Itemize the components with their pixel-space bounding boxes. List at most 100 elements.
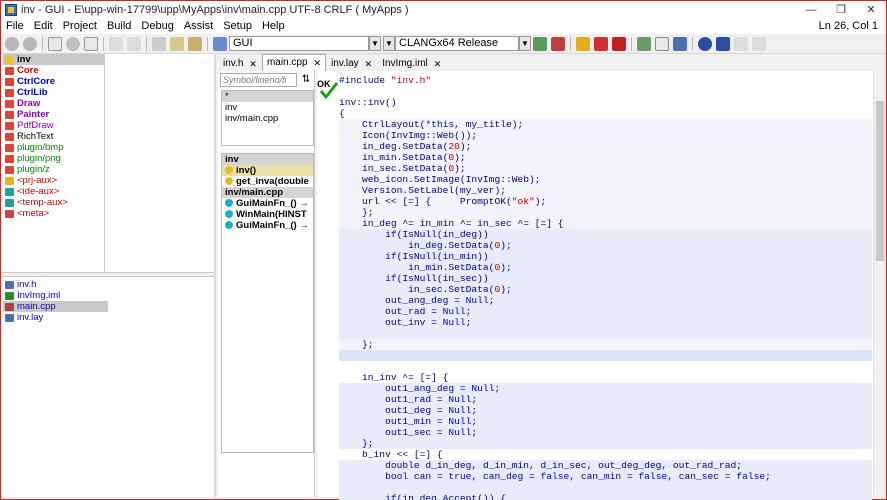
code-line[interactable]: out1_rad = Null; xyxy=(339,394,872,405)
package-list[interactable]: inv Core CtrlCore CtrlLib Draw Painter PdfDraw… xyxy=(3,54,105,272)
file-item[interactable]: main.cpp xyxy=(3,301,108,312)
symbol-item[interactable]: get_inva(double xyxy=(222,176,313,187)
panel-splitter[interactable] xyxy=(1,272,216,277)
tab-inv-h[interactable]: inv.h ✕ xyxy=(218,56,262,71)
file-item[interactable]: InvImg.iml xyxy=(3,290,108,301)
menu-project[interactable]: Project xyxy=(58,20,102,32)
code-line[interactable]: out_rad = Null; xyxy=(339,306,872,317)
package-item[interactable]: plugin/z xyxy=(3,164,104,175)
minimize-button[interactable]: — xyxy=(796,4,826,16)
symbol-list[interactable]: inv inv() get_inva(double inv/main.cpp GuiM… xyxy=(221,153,314,453)
code-line[interactable]: in_min.SetData(0); xyxy=(339,152,872,163)
file-item[interactable]: inv.lay xyxy=(3,312,108,323)
package-item[interactable]: Draw xyxy=(3,98,104,109)
code-line[interactable]: in_sec.SetData(0); xyxy=(339,284,872,295)
code-line[interactable] xyxy=(339,361,872,372)
code-line[interactable]: if(IsNull(in_min)) xyxy=(339,251,872,262)
code-line[interactable]: out_ang_deg = Null; xyxy=(339,295,872,306)
package-item[interactable]: plugin/png xyxy=(3,153,104,164)
close-button[interactable]: ✕ xyxy=(856,3,886,16)
window-icon[interactable] xyxy=(655,36,669,51)
navigator-search-input[interactable]: Symbol/lineno/fi xyxy=(220,73,297,87)
vertical-splitter[interactable] xyxy=(214,54,216,497)
close-tab-icon[interactable]: ✕ xyxy=(249,57,257,71)
package-item[interactable]: CtrlLib xyxy=(3,87,104,98)
code-editor[interactable]: #include "inv.h" inv::inv(){ CtrlLayout(… xyxy=(317,71,886,500)
code-line[interactable]: out1_sec = Null; xyxy=(339,427,872,438)
symbol-item[interactable]: GuiMainFn_() → xyxy=(222,220,313,231)
tab-invimg-iml[interactable]: InvImg.iml ✕ xyxy=(377,56,446,71)
undo-icon[interactable] xyxy=(109,36,123,51)
package-item[interactable]: PdfDraw xyxy=(3,120,104,131)
help-topics-icon[interactable] xyxy=(716,36,730,51)
symbol-item[interactable]: GuiMainFn_() → xyxy=(222,198,313,209)
code-line[interactable]: { xyxy=(339,108,872,119)
code-line[interactable]: in_sec.SetData(0); xyxy=(339,163,872,174)
package-item[interactable]: plugin/bmp xyxy=(3,142,104,153)
file-list[interactable]: inv.h InvImg.iml main.cpp inv.lay xyxy=(3,279,108,323)
package-item[interactable]: CtrlCore xyxy=(3,76,104,87)
lightning-red-icon[interactable] xyxy=(594,36,608,51)
package-item[interactable]: RichText xyxy=(3,131,104,142)
forward-icon[interactable] xyxy=(23,36,37,51)
code-line[interactable]: in_deg ^= in_min ^= in_sec ^= [=] { xyxy=(339,218,872,229)
main-config-select[interactable]: GUI xyxy=(229,36,369,51)
package-item[interactable]: <ide-aux> xyxy=(3,186,104,197)
code-line[interactable] xyxy=(339,482,872,493)
stop-icon[interactable] xyxy=(612,36,626,51)
scrollbar-thumb[interactable] xyxy=(876,101,884,261)
package-item[interactable]: Core xyxy=(3,65,104,76)
sort-icon[interactable]: ⇅ xyxy=(300,73,312,87)
package-item[interactable]: Painter xyxy=(3,109,104,120)
tab-main-cpp[interactable]: main.cpp ✕ xyxy=(261,54,327,71)
debug-icon[interactable] xyxy=(673,36,687,51)
tab-inv-lay[interactable]: inv.lay ✕ xyxy=(326,56,377,71)
code-line[interactable]: Version.SetLabel(my_ver); xyxy=(339,185,872,196)
code-line[interactable]: if(IsNull(in_sec)) xyxy=(339,273,872,284)
code-line[interactable]: }; xyxy=(339,207,872,218)
symbol-item[interactable]: inv() xyxy=(222,165,313,176)
code-line[interactable]: in_min.SetData(0); xyxy=(339,262,872,273)
scope-item[interactable]: inv xyxy=(222,102,313,113)
code-line[interactable]: #include "inv.h" xyxy=(339,75,872,86)
code-line[interactable]: web_icon.SetImage(InvImg::Web); xyxy=(339,174,872,185)
lightning-icon[interactable] xyxy=(576,36,590,51)
cut-icon[interactable] xyxy=(152,36,166,51)
menu-build[interactable]: Build xyxy=(102,20,136,32)
close-tab-icon[interactable]: ✕ xyxy=(365,57,373,71)
main-package-icon[interactable] xyxy=(213,36,227,51)
package-item[interactable]: <temp-aux> xyxy=(3,197,104,208)
text-mode-icon[interactable] xyxy=(48,36,62,51)
code-line[interactable]: in_deg.SetData(0); xyxy=(339,240,872,251)
build-method-dropdown[interactable]: ▼ xyxy=(519,36,531,51)
code-line[interactable] xyxy=(339,328,872,339)
code-line[interactable]: double d_in_deg, d_in_min, d_in_sec, out… xyxy=(339,460,872,471)
code-line[interactable]: inv::inv() xyxy=(339,97,872,108)
main-config-dropdown[interactable]: ▼ xyxy=(369,36,381,51)
redo-icon[interactable] xyxy=(127,36,141,51)
code-line[interactable] xyxy=(339,86,872,97)
run-icon[interactable] xyxy=(637,36,651,51)
build-method-select[interactable]: CLANGx64 Release xyxy=(395,36,519,51)
symbol-group-header[interactable]: inv/main.cpp xyxy=(222,187,313,198)
code-line[interactable]: in_inv ^= [=] { xyxy=(339,372,872,383)
menu-edit[interactable]: Edit xyxy=(29,20,58,32)
menu-setup[interactable]: Setup xyxy=(218,20,257,32)
paste-icon[interactable] xyxy=(188,36,202,51)
close-tab-icon[interactable]: ✕ xyxy=(434,57,442,71)
code-line[interactable]: b_inv << [=] { xyxy=(339,449,872,460)
code-line[interactable]: }; xyxy=(339,438,872,449)
code-area[interactable]: #include "inv.h" inv::inv(){ CtrlLayout(… xyxy=(339,75,872,500)
package-item[interactable]: <meta> xyxy=(3,208,104,219)
code-line[interactable]: out_inv = Null; xyxy=(339,317,872,328)
back-icon[interactable] xyxy=(5,36,19,51)
code-line[interactable]: bool can = true, can_deg = false, can_mi… xyxy=(339,471,872,482)
code-line[interactable]: }; xyxy=(339,339,872,350)
help-icon[interactable] xyxy=(698,36,712,51)
rebuild-icon[interactable] xyxy=(551,36,565,51)
code-line[interactable]: Icon(InvImg::Web()); xyxy=(339,130,872,141)
close-tab-icon[interactable]: ✕ xyxy=(314,56,322,70)
code-line[interactable] xyxy=(339,350,872,361)
file-item[interactable]: inv.h xyxy=(3,279,108,290)
editor-scrollbar[interactable] xyxy=(873,71,886,497)
